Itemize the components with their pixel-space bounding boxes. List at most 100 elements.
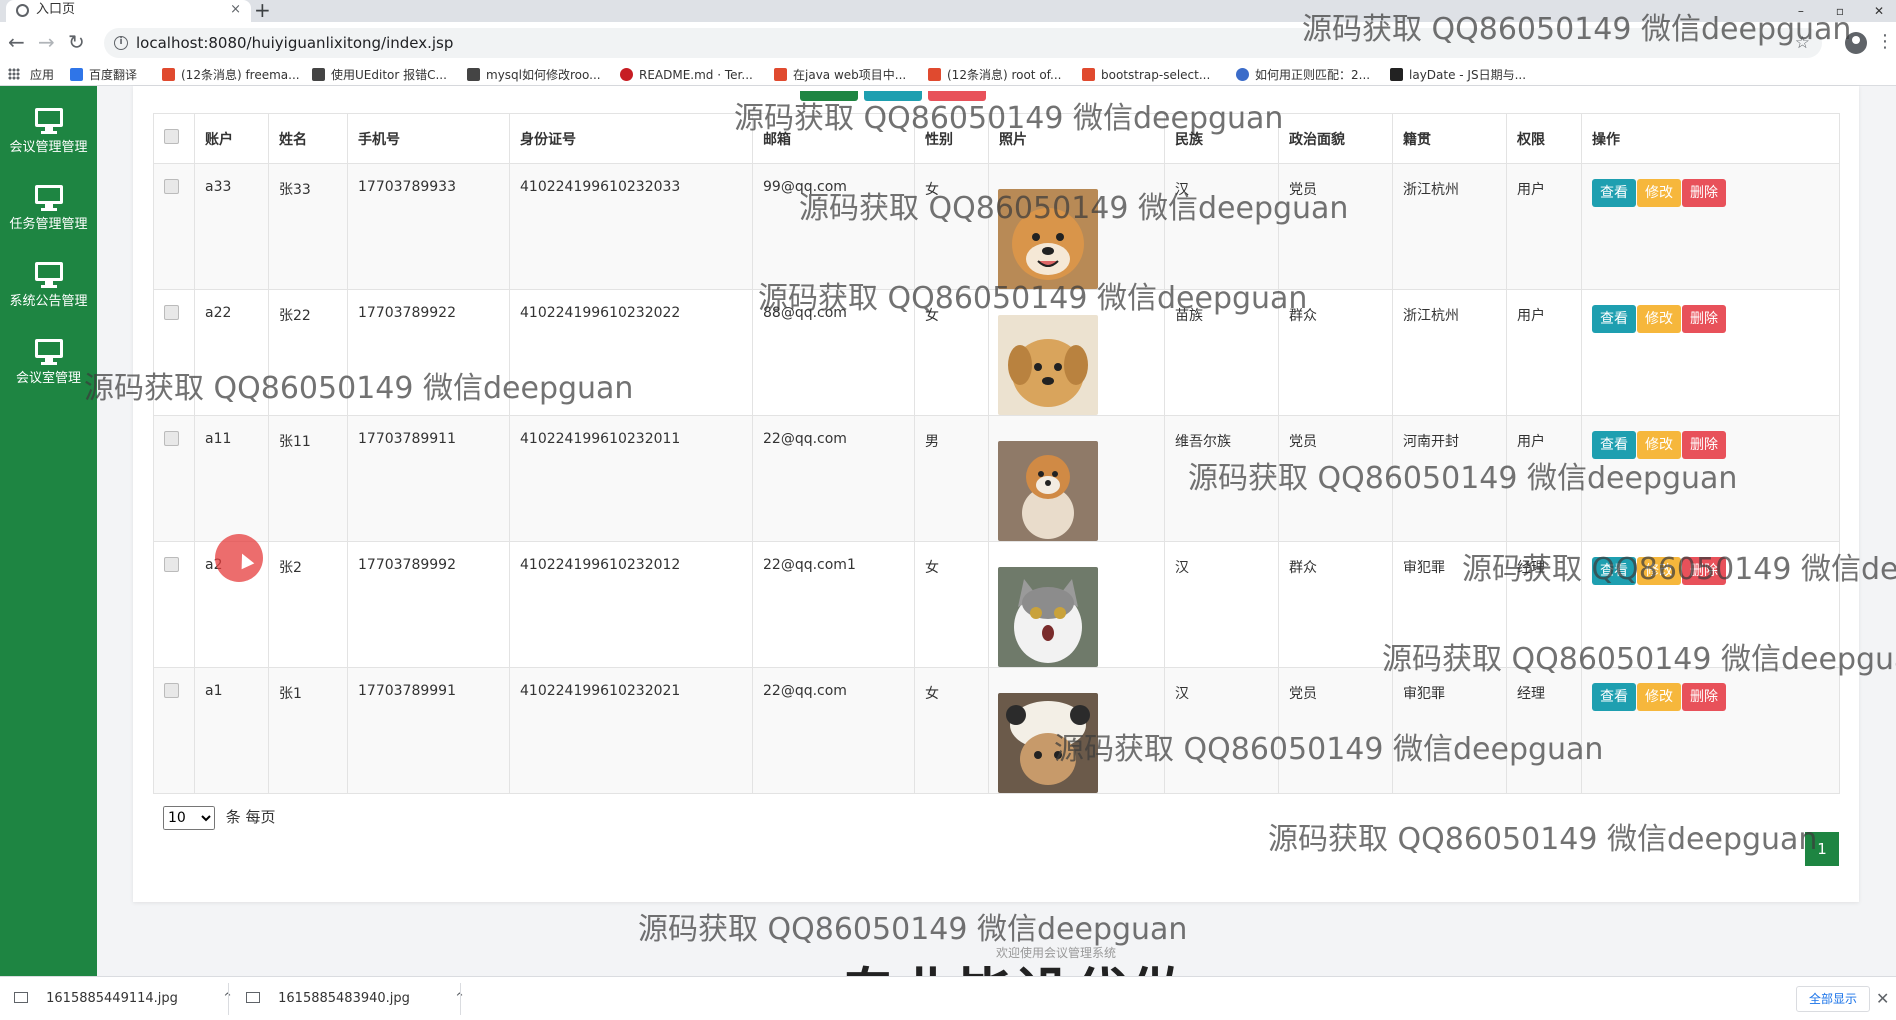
- monitor-icon: [34, 108, 64, 134]
- forward-arrow-icon[interactable]: →: [38, 31, 55, 53]
- page-number-current[interactable]: 1: [1805, 832, 1839, 866]
- email-cell: 22@qq.com: [752, 415, 915, 542]
- sidebar-item-task-management[interactable]: 任务管理管理: [0, 185, 97, 249]
- edit-button[interactable]: 修改: [1637, 683, 1681, 711]
- bookmark-item[interactable]: 如何用正则匹配：2...: [1236, 64, 1370, 85]
- tab-close-icon[interactable]: ×: [230, 0, 241, 20]
- browser-menu-icon[interactable]: ⋮: [1876, 31, 1894, 53]
- bookmark-item[interactable]: (12条消息) freema...: [162, 64, 300, 85]
- column-header[interactable]: 权限: [1506, 113, 1582, 164]
- bookmark-item[interactable]: 百度翻译: [70, 64, 137, 85]
- profile-avatar-icon[interactable]: [1845, 32, 1867, 54]
- bookmark-star-icon[interactable]: ☆: [1795, 28, 1810, 58]
- close-window-button[interactable]: ✕: [1862, 4, 1896, 18]
- hometown-cell: 河南开封: [1392, 415, 1507, 542]
- bookmark-item[interactable]: layDate - JS日期与...: [1390, 64, 1526, 85]
- toolbar-button-edge[interactable]: [928, 91, 986, 101]
- email-cell: 99@qq.com: [752, 163, 915, 290]
- monitor-icon: [34, 185, 64, 211]
- column-header[interactable]: 邮箱: [752, 113, 915, 164]
- sidebar-item-meeting-management[interactable]: 会议管理管理: [0, 108, 97, 172]
- political-cell: 党员: [1278, 415, 1393, 542]
- sidebar-item-announcement-management[interactable]: 系统公告管理: [0, 262, 97, 326]
- view-button[interactable]: 查看: [1592, 305, 1636, 333]
- download-item[interactable]: 1615885449114.jpg ⌃: [14, 977, 233, 1020]
- row-checkbox[interactable]: [164, 431, 179, 446]
- edit-button[interactable]: 修改: [1637, 431, 1681, 459]
- account-cell: a22: [194, 289, 269, 416]
- toolbar-button-edge[interactable]: [864, 91, 922, 101]
- delete-button[interactable]: 删除: [1682, 557, 1726, 585]
- bookmark-item[interactable]: 在java web项目中...: [774, 64, 906, 85]
- row-checkbox[interactable]: [164, 557, 179, 572]
- row-select-cell: [153, 667, 195, 794]
- sidebar-item-label: 会议管理管理: [9, 140, 88, 155]
- photo-cell: [988, 289, 1165, 416]
- bookmark-favicon-icon: [467, 68, 480, 81]
- delete-button[interactable]: 删除: [1682, 431, 1726, 459]
- tab-title: 入口页: [36, 2, 76, 17]
- delete-button[interactable]: 删除: [1682, 683, 1726, 711]
- column-header[interactable]: 性别: [914, 113, 989, 164]
- account-cell: a1: [194, 667, 269, 794]
- row-checkbox[interactable]: [164, 305, 179, 320]
- column-header[interactable]: 民族: [1164, 113, 1279, 164]
- restore-button[interactable]: ▫: [1823, 4, 1857, 18]
- political-cell: 群众: [1278, 541, 1393, 668]
- column-header[interactable]: 籍贯: [1392, 113, 1507, 164]
- view-button[interactable]: 查看: [1592, 431, 1636, 459]
- sidebar-item-room-management[interactable]: 会议室管理: [0, 339, 97, 403]
- new-tab-button[interactable]: +: [254, 0, 271, 22]
- column-header[interactable]: 照片: [988, 113, 1165, 164]
- ethnicity-cell: 汉: [1164, 667, 1279, 794]
- delete-button[interactable]: 删除: [1682, 305, 1726, 333]
- row-checkbox[interactable]: [164, 683, 179, 698]
- toolbar-button-edge[interactable]: [800, 91, 858, 101]
- bookmark-apps[interactable]: 应用: [8, 64, 54, 85]
- gender-cell: 女: [914, 163, 989, 290]
- actions-cell: 查看 修改 删除: [1581, 667, 1840, 794]
- url-text: localhost:8080/huiyiguanlixitong/index.j…: [136, 34, 454, 52]
- column-header[interactable]: 身份证号: [509, 113, 753, 164]
- bookmark-item[interactable]: (12条消息) root of...: [928, 64, 1061, 85]
- view-button[interactable]: 查看: [1592, 557, 1636, 585]
- close-icon[interactable]: ✕: [1876, 989, 1889, 1008]
- bookmark-item[interactable]: bootstrap-select...: [1082, 64, 1210, 85]
- column-header[interactable]: 政治面貌: [1278, 113, 1393, 164]
- name-cell: 张33: [268, 163, 348, 290]
- table-row: a2 张2 17703789992 410224199610232012 22@…: [153, 541, 1840, 668]
- bookmark-item[interactable]: mysql如何修改roo...: [467, 64, 601, 85]
- bookmark-favicon-icon: [70, 68, 83, 81]
- minimize-button[interactable]: –: [1784, 4, 1818, 18]
- column-header[interactable]: 手机号: [347, 113, 510, 164]
- bookmark-item[interactable]: 使用UEditor 报错C...: [312, 64, 447, 85]
- hometown-cell: 审犯罪: [1392, 667, 1507, 794]
- reload-icon[interactable]: ↻: [68, 31, 85, 53]
- delete-button[interactable]: 删除: [1682, 179, 1726, 207]
- select-all-checkbox[interactable]: [164, 129, 179, 144]
- view-button[interactable]: 查看: [1592, 683, 1636, 711]
- table-row: a11 张11 17703789911 410224199610232011 2…: [153, 415, 1840, 542]
- browser-tab-active[interactable]: 入口页 ×: [6, 0, 251, 22]
- column-header[interactable]: 账户: [194, 113, 269, 164]
- show-all-downloads-button[interactable]: 全部显示: [1796, 986, 1871, 1012]
- page-size-select[interactable]: 10: [163, 806, 215, 830]
- id-number-cell: 410224199610232012: [509, 541, 753, 668]
- role-cell: 经理: [1506, 667, 1582, 794]
- column-header: 操作: [1581, 113, 1840, 164]
- column-header[interactable]: 姓名: [268, 113, 348, 164]
- edit-button[interactable]: 修改: [1637, 557, 1681, 585]
- table-row: a33 张33 17703789933 410224199610232033 9…: [153, 163, 1840, 290]
- bookmark-item[interactable]: README.md · Ter...: [620, 64, 753, 85]
- table-header-row: 账户 姓名 手机号 身份证号 邮箱 性别 照片 民族 政治面貌 籍贯 权限 操作: [153, 113, 1840, 164]
- site-info-icon[interactable]: i: [114, 36, 128, 50]
- gender-cell: 女: [914, 541, 989, 668]
- edit-button[interactable]: 修改: [1637, 305, 1681, 333]
- view-button[interactable]: 查看: [1592, 179, 1636, 207]
- role-cell: 经理: [1506, 541, 1582, 668]
- address-bar[interactable]: i localhost:8080/huiyiguanlixitong/index…: [104, 28, 1822, 58]
- back-arrow-icon[interactable]: ←: [8, 31, 25, 53]
- row-checkbox[interactable]: [164, 179, 179, 194]
- download-item[interactable]: 1615885483940.jpg ⌃: [246, 977, 465, 1020]
- edit-button[interactable]: 修改: [1637, 179, 1681, 207]
